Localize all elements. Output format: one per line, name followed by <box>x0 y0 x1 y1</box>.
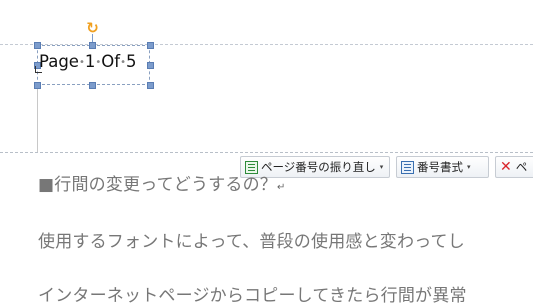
document-heading[interactable]: ■行間の変更ってどうするの？↵ <box>38 170 286 195</box>
number-format-icon <box>401 160 414 174</box>
delete-label: ペ <box>515 160 528 174</box>
text-anchor-mark <box>35 66 42 73</box>
number-format-label: 番号書式 <box>417 160 463 174</box>
page-number-field[interactable]: Page•1•Of•5 <box>39 52 136 71</box>
heading-text: ■行間の変更ってどうするの？ <box>38 175 278 195</box>
delete-page-number-button[interactable]: ✕ ペ <box>495 156 533 178</box>
current-page-number: 1 <box>84 52 96 71</box>
resize-handle-top-left[interactable] <box>34 42 41 49</box>
resize-handle-right[interactable] <box>147 62 154 69</box>
resize-handle-top[interactable] <box>89 42 96 49</box>
resize-handle-top-right[interactable] <box>147 42 154 49</box>
left-margin-guide <box>37 88 38 152</box>
number-format-button[interactable]: 番号書式 ▾ <box>396 156 489 178</box>
resize-handle-bottom-right[interactable] <box>147 82 154 89</box>
page-word: Page <box>39 52 79 71</box>
rotate-handle-icon[interactable]: ↻ <box>85 21 100 36</box>
of-word: Of <box>101 52 121 71</box>
chevron-down-icon: ▾ <box>379 163 384 171</box>
document-paragraph-line[interactable]: 使用するフォントによって、普段の使用感と変わってし <box>38 227 465 252</box>
delete-x-icon: ✕ <box>500 159 512 175</box>
resize-handle-bottom[interactable] <box>89 82 96 89</box>
paragraph-mark: ↵ <box>277 182 286 193</box>
resize-handle-bottom-left[interactable] <box>34 82 41 89</box>
total-pages-number: 5 <box>125 52 137 71</box>
document-paragraph-line[interactable]: インターネットページからコピーしてきたら行間が異常 <box>38 281 467 306</box>
header-boundary-line <box>0 152 533 153</box>
chevron-down-icon: ▾ <box>467 163 471 171</box>
